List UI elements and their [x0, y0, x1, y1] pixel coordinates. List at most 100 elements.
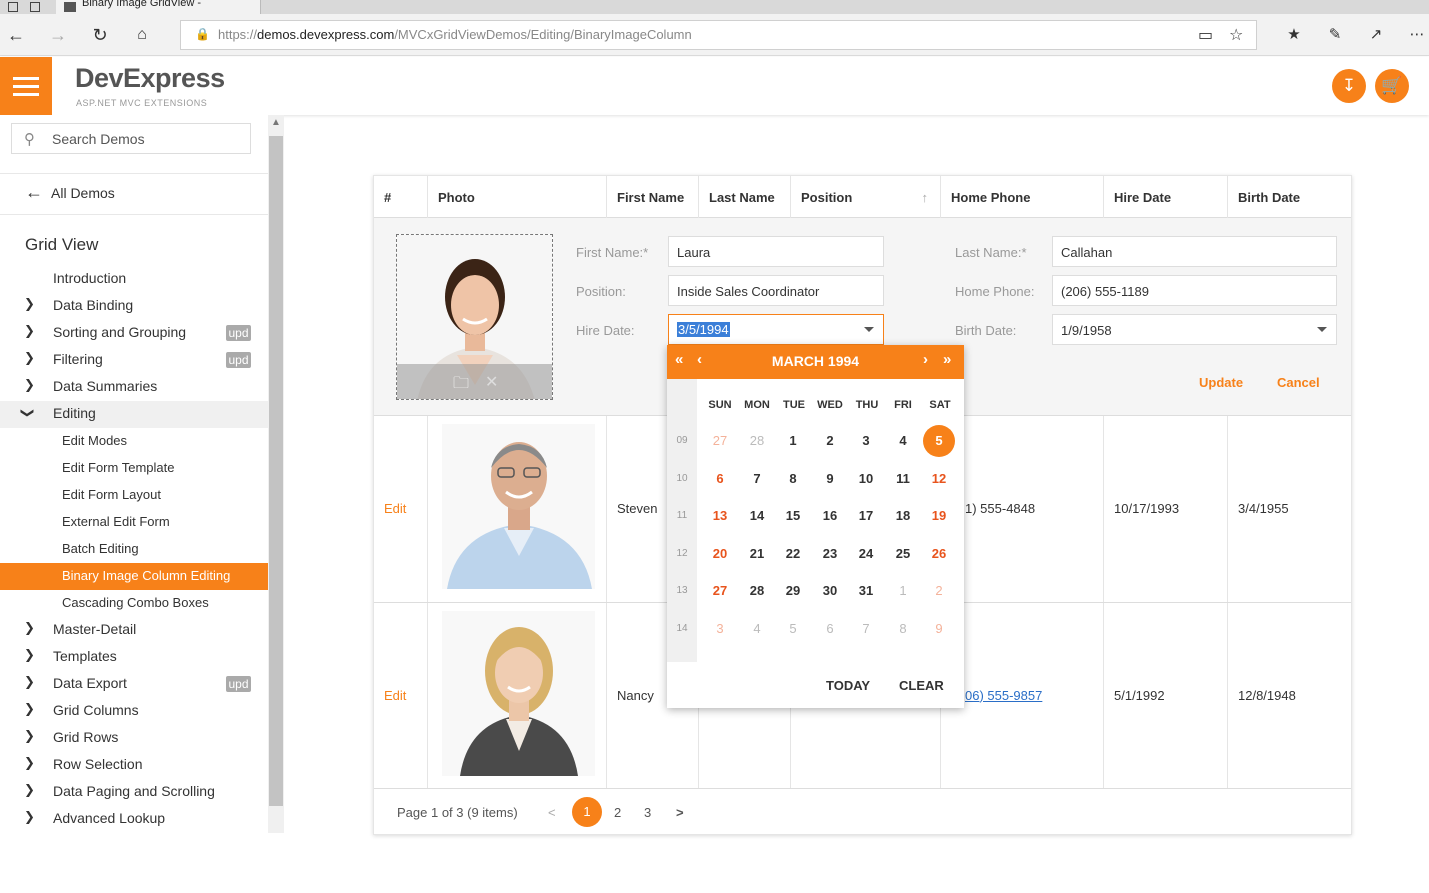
calendar-title[interactable]: MARCH 1994 [667, 353, 964, 369]
prev-page-button[interactable]: < [548, 805, 556, 820]
tab-actions-icon[interactable] [8, 2, 18, 12]
cancel-button[interactable]: Cancel [1277, 375, 1320, 390]
sidebar-item-grid-rows[interactable]: ❯ Grid Rows [0, 725, 268, 752]
col-header-last-name[interactable]: Last Name [699, 176, 791, 218]
last-name-input[interactable]: Callahan [1052, 236, 1337, 267]
folder-icon[interactable]: 🗀 [453, 372, 469, 399]
search-input[interactable]: ⚲ Search Demos [11, 123, 251, 154]
back-icon[interactable]: ← [4, 23, 28, 47]
edit-link[interactable]: Edit [384, 688, 406, 703]
all-demos-link[interactable]: ← All Demos [0, 173, 268, 215]
favorite-star-icon[interactable]: ☆ [1229, 25, 1243, 45]
birth-date-input[interactable]: 1/9/1958 [1052, 314, 1337, 345]
calendar-day[interactable]: 9 [923, 613, 955, 645]
calendar-day-selected[interactable]: 5 [923, 425, 955, 457]
hire-date-input[interactable]: 3/5/1994 [668, 314, 884, 345]
position-input[interactable]: Inside Sales Coordinator [668, 275, 884, 306]
logo[interactable]: DevExpress [75, 63, 225, 94]
col-header-birth-date[interactable]: Birth Date [1228, 176, 1351, 218]
calendar-day[interactable]: 7 [741, 463, 773, 495]
calendar-day[interactable]: 26 [923, 538, 955, 570]
calendar-day[interactable]: 14 [741, 500, 773, 532]
sidebar-item-data-paging-scrolling[interactable]: ❯ Data Paging and Scrolling [0, 779, 268, 806]
next-month-icon[interactable]: › [923, 351, 928, 368]
clear-button[interactable]: CLEAR [899, 678, 944, 693]
calendar-day[interactable]: 5 [777, 613, 809, 645]
refresh-icon[interactable]: ↻ [88, 23, 112, 47]
calendar-day[interactable]: 11 [887, 463, 919, 495]
forward-icon[interactable]: → [46, 23, 70, 47]
calendar-day[interactable]: 25 [887, 538, 919, 570]
calendar-day[interactable]: 8 [887, 613, 919, 645]
cart-icon[interactable]: 🛒 [1375, 69, 1409, 103]
dropdown-arrow-icon[interactable] [1317, 327, 1327, 332]
binary-image-editor[interactable]: 🗀 ✕ [396, 234, 553, 400]
col-header-home-phone[interactable]: Home Phone [941, 176, 1104, 218]
calendar-day[interactable]: 29 [777, 575, 809, 607]
home-phone-input[interactable]: (206) 555-1189 [1052, 275, 1337, 306]
calendar-day[interactable]: 23 [814, 538, 846, 570]
calendar-day[interactable]: 4 [741, 613, 773, 645]
calendar-day[interactable]: 28 [741, 425, 773, 457]
calendar-day[interactable]: 7 [850, 613, 882, 645]
col-header-position[interactable]: Position ↑ [791, 176, 941, 218]
calendar-day[interactable]: 15 [777, 500, 809, 532]
col-header-number[interactable]: # [374, 176, 428, 218]
sidebar-item-data-summaries[interactable]: ❯ Data Summaries [0, 374, 268, 401]
browser-tab[interactable]: Binary Image GridView - [56, 0, 261, 14]
tab-preview-icon[interactable] [30, 2, 40, 12]
scroll-up-icon[interactable]: ▲ [271, 117, 281, 128]
edit-link[interactable]: Edit [384, 501, 406, 516]
calendar-day[interactable]: 6 [814, 613, 846, 645]
calendar-day[interactable]: 19 [923, 500, 955, 532]
sidebar-item-editing[interactable]: ❯ Editing [0, 401, 268, 428]
calendar-day[interactable]: 2 [814, 425, 846, 457]
calendar-day[interactable]: 31 [850, 575, 882, 607]
pen-icon[interactable]: ✎ [1323, 23, 1347, 47]
calendar-day[interactable]: 3 [704, 613, 736, 645]
sidebar-item-edit-modes[interactable]: Edit Modes [0, 428, 268, 455]
calendar-day[interactable]: 27 [704, 575, 736, 607]
calendar-day[interactable]: 3 [850, 425, 882, 457]
more-icon[interactable]: ⋯ [1405, 23, 1429, 47]
sidebar-scrollbar[interactable]: ▲ [268, 115, 284, 833]
page-button-2[interactable]: 2 [614, 805, 621, 820]
sidebar-item-data-binding[interactable]: ❯ Data Binding [0, 293, 268, 320]
calendar-day[interactable]: 8 [777, 463, 809, 495]
col-header-first-name[interactable]: First Name [607, 176, 699, 218]
url-input[interactable]: 🔒 https://demos.devexpress.com/MVCxGridV… [180, 20, 1257, 50]
calendar-day[interactable]: 28 [741, 575, 773, 607]
calendar-day[interactable]: 27 [704, 425, 736, 457]
sidebar-item-row-selection[interactable]: ❯ Row Selection [0, 752, 268, 779]
calendar-day[interactable]: 9 [814, 463, 846, 495]
next-year-icon[interactable]: » [943, 351, 951, 368]
update-button[interactable]: Update [1199, 375, 1243, 390]
menu-hamburger-icon[interactable] [0, 57, 52, 115]
clear-icon[interactable]: ✕ [485, 372, 498, 392]
scrollbar-thumb[interactable] [269, 136, 283, 806]
calendar-day[interactable]: 10 [850, 463, 882, 495]
calendar-day[interactable]: 22 [777, 538, 809, 570]
calendar-day[interactable]: 4 [887, 425, 919, 457]
sidebar-item-external-edit-form[interactable]: External Edit Form [0, 509, 268, 536]
calendar-day[interactable]: 20 [704, 538, 736, 570]
calendar-day[interactable]: 17 [850, 500, 882, 532]
calendar-day[interactable]: 24 [850, 538, 882, 570]
col-header-photo[interactable]: Photo [428, 176, 607, 218]
sidebar-item-edit-form-layout[interactable]: Edit Form Layout [0, 482, 268, 509]
sidebar-item-edit-form-template[interactable]: Edit Form Template [0, 455, 268, 482]
sidebar-item-introduction[interactable]: Introduction [0, 266, 268, 293]
sidebar-item-filtering[interactable]: ❯ Filtering upd [0, 347, 268, 374]
reading-view-icon[interactable]: ▭ [1198, 25, 1213, 45]
next-page-button[interactable]: > [676, 805, 684, 820]
today-button[interactable]: TODAY [826, 678, 870, 693]
calendar-day[interactable]: 12 [923, 463, 955, 495]
calendar-day[interactable]: 6 [704, 463, 736, 495]
sidebar-item-sorting-grouping[interactable]: ❯ Sorting and Grouping upd [0, 320, 268, 347]
home-icon[interactable]: ⌂ [130, 23, 154, 47]
sidebar-item-grid-columns[interactable]: ❯ Grid Columns [0, 698, 268, 725]
calendar-day[interactable]: 16 [814, 500, 846, 532]
sidebar-item-advanced-lookup[interactable]: ❯ Advanced Lookup [0, 806, 268, 833]
page-button-3[interactable]: 3 [644, 805, 651, 820]
calendar-day[interactable]: 30 [814, 575, 846, 607]
